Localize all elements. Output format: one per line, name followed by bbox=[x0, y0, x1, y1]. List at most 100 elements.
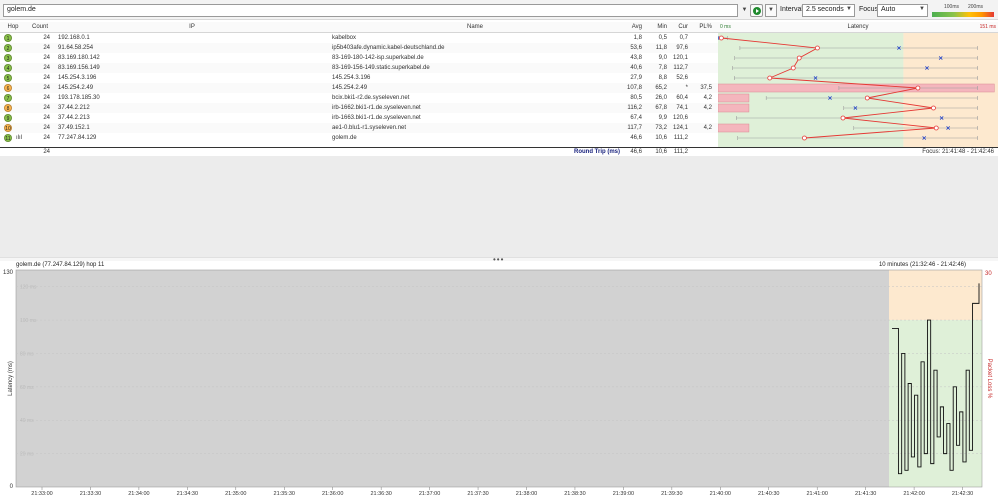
selected-hop-chart-icon: ılıl bbox=[16, 135, 22, 141]
history-x-tick-label: 21:39:00 bbox=[613, 491, 634, 497]
cell-pl: 4,2 bbox=[703, 95, 712, 101]
hop-number-badge: 5 bbox=[4, 74, 12, 82]
cell-name: bcix.bki1-r2.de.syseleven.net bbox=[332, 95, 410, 101]
avg-point bbox=[840, 115, 846, 121]
cell-avg: 117,7 bbox=[627, 125, 642, 131]
col-pl[interactable]: PL% bbox=[692, 22, 712, 32]
cell-min: 10,6 bbox=[655, 135, 667, 141]
cell-count: 24 bbox=[43, 85, 50, 91]
hop-number-badge: 2 bbox=[4, 44, 12, 52]
play-icon bbox=[753, 7, 761, 15]
history-x-tick-label: 21:34:30 bbox=[177, 491, 198, 497]
cell-avg: 40,6 bbox=[630, 65, 642, 71]
cell-min: 8,8 bbox=[658, 75, 667, 81]
cell-name: 83-169-180-142-isp.superkabel.de bbox=[332, 55, 424, 61]
latency-header: 0 ms Latency 151 ms bbox=[718, 22, 998, 33]
cell-min: 9,0 bbox=[658, 55, 667, 61]
cell-avg: 27,9 bbox=[630, 75, 642, 81]
target-dropdown-icon[interactable]: ▼ bbox=[740, 4, 749, 17]
cell-ip: 37.44.2.213 bbox=[58, 115, 90, 121]
avg-point bbox=[915, 85, 921, 91]
table-row[interactable]: 10 24 37.49.152.1 ae1-0.blu1-r1.syseleven.n… bbox=[0, 123, 718, 133]
table-row[interactable]: 7 24 193.178.185.30 bcix.bki1-r2.de.syselev… bbox=[0, 93, 718, 103]
packet-loss-bar bbox=[718, 93, 750, 103]
focus-select[interactable]: Auto ▼ bbox=[877, 4, 928, 17]
history-x-tick-label: 21:37:00 bbox=[419, 491, 440, 497]
table-row[interactable]: 3 24 83.169.180.142 83-169-180-142-isp.supe… bbox=[0, 53, 718, 63]
table-row[interactable]: 4 24 83.169.156.149 83-169-156-149.static.s… bbox=[0, 63, 718, 73]
hop-number-badge: 10 bbox=[4, 124, 12, 132]
cell-min: 26,0 bbox=[655, 95, 667, 101]
cell-count: 24 bbox=[43, 65, 50, 71]
history-range: 10 minutes (21:32:46 - 21:42:46) bbox=[878, 262, 966, 268]
cell-cur: 111,2 bbox=[673, 135, 688, 141]
cell-cur: 120,6 bbox=[672, 115, 688, 121]
cell-cur: 120,1 bbox=[672, 55, 688, 61]
cell-min: 65,2 bbox=[655, 85, 667, 91]
start-button[interactable] bbox=[750, 4, 763, 17]
cell-name: ip5b403afe.dynamic.kabel-deutschland.de bbox=[332, 45, 445, 51]
history-x-tick-label: 21:40:00 bbox=[710, 491, 731, 497]
hop-number-badge: 8 bbox=[4, 104, 12, 112]
cell-ip: 145.254.2.49 bbox=[58, 85, 94, 91]
table-row[interactable]: 11 ılıl 24 77.247.84.129 golem.de 46,6 10,6 111… bbox=[0, 133, 718, 143]
table-row[interactable]: 9 24 37.44.2.213 irb-1663.bki1-r1.de.sysele… bbox=[0, 113, 718, 123]
col-ip[interactable]: IP bbox=[56, 22, 328, 32]
col-min[interactable]: Min bbox=[645, 22, 667, 32]
cell-min: 73,2 bbox=[655, 125, 667, 131]
start-options-dropdown-icon[interactable]: ▼ bbox=[765, 4, 777, 17]
col-latency[interactable]: Latency bbox=[718, 22, 998, 33]
cell-cur: 60,4 bbox=[676, 95, 688, 101]
cell-ip: 77.247.84.129 bbox=[58, 135, 97, 141]
cell-count: 24 bbox=[43, 135, 50, 141]
table-row[interactable]: 1 24 192.168.0.1 kabelbox 1,8 0,5 0,7 bbox=[0, 33, 718, 43]
history-x-tick-label: 21:35:00 bbox=[225, 491, 246, 497]
col-count[interactable]: Count bbox=[26, 22, 54, 32]
cell-ip: 91.64.58.254 bbox=[58, 45, 94, 51]
history-x-tick-label: 21:38:30 bbox=[564, 491, 585, 497]
col-name[interactable]: Name bbox=[330, 22, 620, 32]
table-row[interactable]: 5 24 145.254.3.196 145.254.3.196 27,9 8,8 52,6 bbox=[0, 73, 718, 83]
focus-value: Auto bbox=[881, 6, 896, 13]
interval-select[interactable]: 2.5 seconds ▼ bbox=[802, 4, 855, 17]
cell-count: 24 bbox=[43, 115, 50, 121]
avg-point bbox=[790, 65, 796, 71]
table-row[interactable]: 6 24 145.254.2.49 145.254.2.49 107,8 65,2 * 37,… bbox=[0, 83, 718, 93]
table-row[interactable]: 2 24 91.64.58.254 ip5b403afe.dynamic.kabel-… bbox=[0, 43, 718, 53]
history-x-tick-label: 21:33:30 bbox=[80, 491, 101, 497]
chevron-down-icon: ▼ bbox=[919, 6, 925, 12]
cell-cur: 112,7 bbox=[673, 65, 688, 71]
hop-number-badge: 4 bbox=[4, 64, 12, 72]
col-cur[interactable]: Cur bbox=[668, 22, 688, 32]
history-y-tick-label: 120 ms bbox=[20, 285, 37, 291]
history-x-tick-label: 21:38:00 bbox=[516, 491, 537, 497]
cell-min: 0,5 bbox=[658, 35, 667, 41]
avg-point bbox=[814, 45, 820, 51]
table-row[interactable]: 8 24 37.44.2.212 irb-1662.bki1-r1.de.sysele… bbox=[0, 103, 718, 113]
cell-count: 24 bbox=[43, 55, 50, 61]
cell-avg: 1,8 bbox=[633, 35, 642, 41]
cell-ip: 192.168.0.1 bbox=[58, 35, 90, 41]
cell-min: 67,8 bbox=[655, 105, 667, 111]
col-avg[interactable]: Avg bbox=[622, 22, 642, 32]
col-hop[interactable]: Hop bbox=[2, 22, 24, 32]
history-x-tick-label: 21:40:30 bbox=[758, 491, 779, 497]
cell-min: 11,8 bbox=[655, 45, 667, 51]
hop-number-badge: 1 bbox=[4, 34, 12, 42]
target-host-input[interactable]: golem.de bbox=[3, 4, 738, 17]
hop-number-badge: 3 bbox=[4, 54, 12, 62]
history-x-tick-label: 21:34:00 bbox=[128, 491, 149, 497]
history-x-tick-label: 21:35:30 bbox=[274, 491, 295, 497]
cell-count: 24 bbox=[43, 105, 50, 111]
cell-name: irb-1663.bki1-r1.de.syseleven.net bbox=[332, 115, 421, 121]
cell-cur: 74,1 bbox=[676, 105, 688, 111]
history-no-data-area bbox=[16, 270, 889, 487]
cell-ip: 83.169.156.149 bbox=[58, 65, 100, 71]
cell-name: 145.254.3.196 bbox=[332, 75, 371, 81]
cell-avg: 46,6 bbox=[630, 135, 642, 141]
cell-ip: 37.49.152.1 bbox=[58, 125, 90, 131]
legend-200ms: 200ms bbox=[968, 4, 984, 10]
cell-name: irb-1662.bki1-r1.de.syseleven.net bbox=[332, 105, 421, 111]
cell-count: 24 bbox=[43, 35, 50, 41]
cell-cur: 124,1 bbox=[672, 125, 688, 131]
